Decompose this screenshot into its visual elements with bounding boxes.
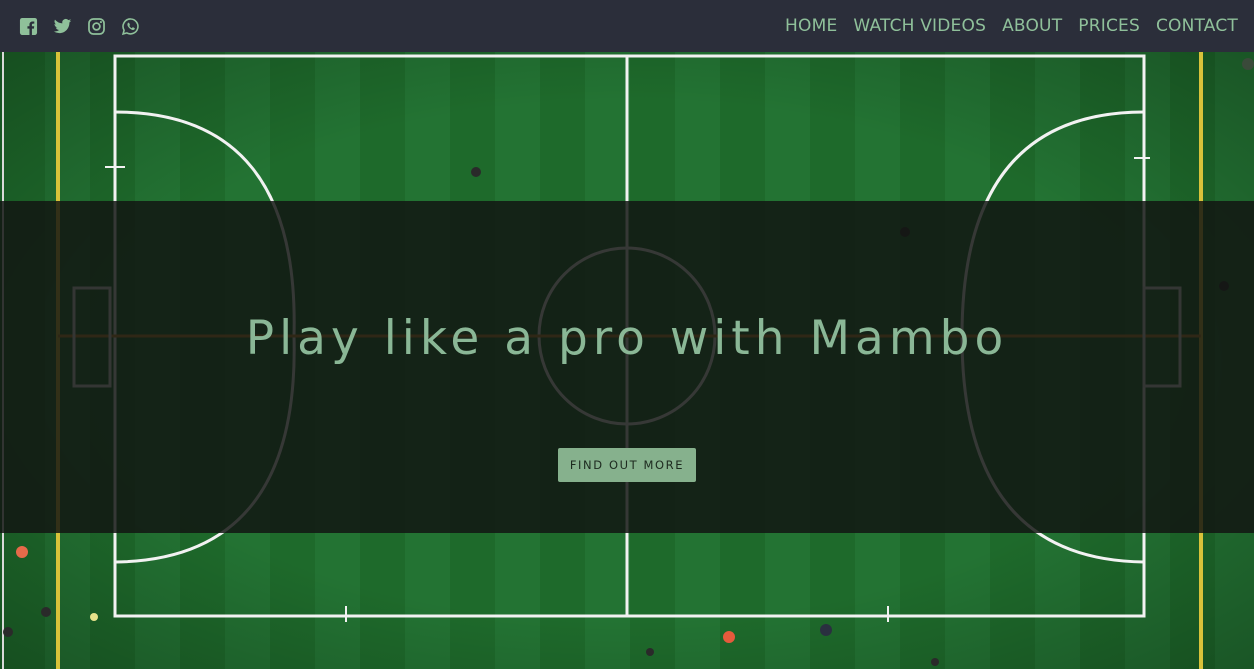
whatsapp-icon[interactable] — [120, 16, 140, 36]
twitter-icon[interactable] — [52, 16, 72, 36]
instagram-icon[interactable] — [86, 16, 106, 36]
hero-overlay: Play like a pro with Mambo FIND OUT MORE — [0, 201, 1254, 533]
nav-contact-link[interactable]: CONTACT — [1156, 16, 1238, 36]
nav-prices-link[interactable]: PRICES — [1078, 16, 1140, 36]
social-links — [18, 16, 140, 36]
nav-about-link[interactable]: ABOUT — [1002, 16, 1062, 36]
main-nav: HOME WATCH VIDEOS ABOUT PRICES CONTACT — [785, 16, 1238, 36]
nav-home-link[interactable]: HOME — [785, 16, 837, 36]
find-out-more-button[interactable]: FIND OUT MORE — [557, 448, 697, 482]
hero-title: Play like a pro with Mambo — [245, 311, 1009, 366]
nav-watch-videos-link[interactable]: WATCH VIDEOS — [853, 16, 986, 36]
facebook-icon[interactable] — [18, 16, 38, 36]
top-navbar: HOME WATCH VIDEOS ABOUT PRICES CONTACT — [0, 0, 1254, 52]
